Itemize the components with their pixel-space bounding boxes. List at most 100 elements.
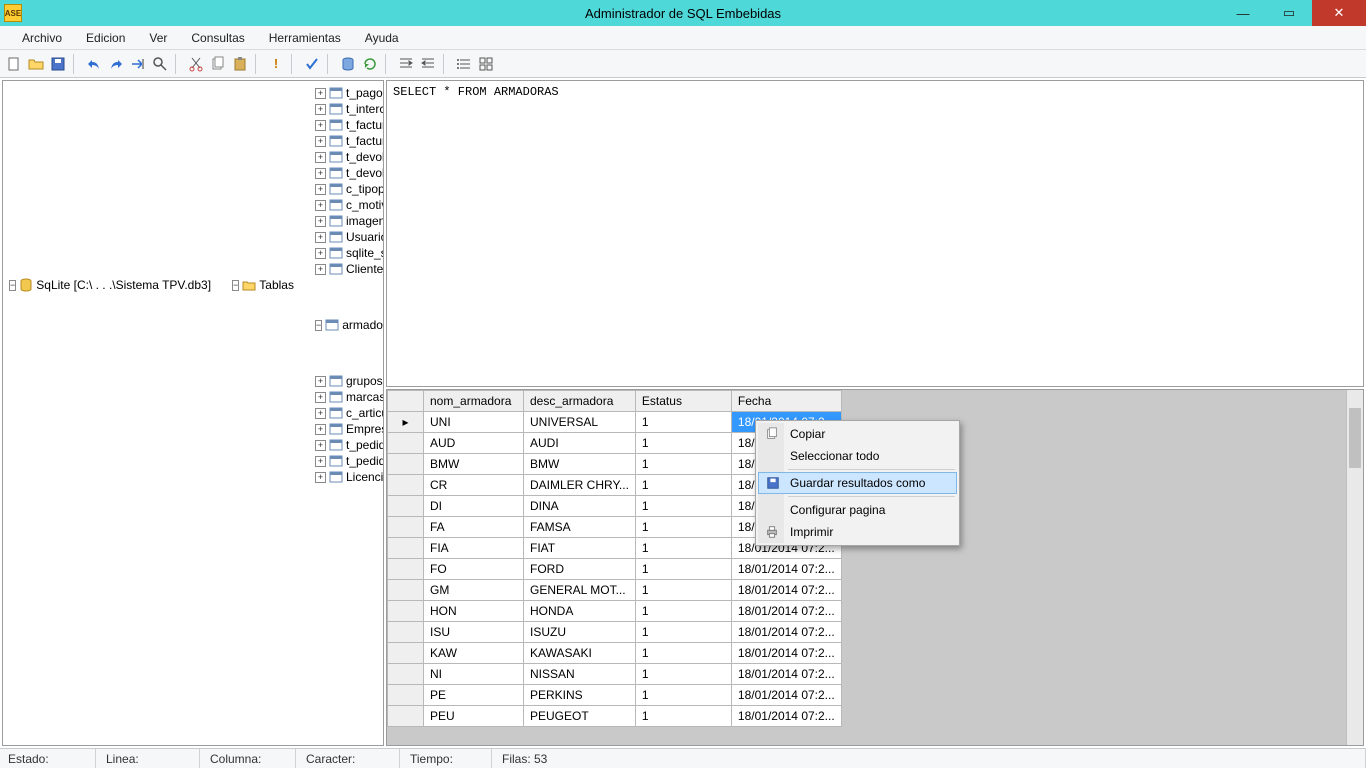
cell[interactable]: 1: [635, 517, 731, 538]
tree-table[interactable]: t_pagosfacturas_fpd2: [346, 85, 384, 101]
cell[interactable]: 18/01/2014 07:2...: [731, 580, 841, 601]
cell[interactable]: 1: [635, 538, 731, 559]
context-guardar-resultados[interactable]: Guardar resultados como: [758, 472, 957, 494]
row-header[interactable]: [388, 664, 424, 685]
tree-table[interactable]: grupos: [346, 373, 383, 389]
tree-table-armadoras[interactable]: armadoras: [342, 317, 384, 333]
col-header[interactable]: Fecha: [731, 391, 841, 412]
close-button[interactable]: ✕: [1312, 0, 1366, 26]
row-header[interactable]: ▸: [388, 412, 424, 433]
cell[interactable]: FAMSA: [524, 517, 636, 538]
minimize-button[interactable]: —: [1220, 0, 1266, 26]
expand-toggle[interactable]: +: [315, 168, 326, 179]
expand-toggle[interactable]: +: [315, 200, 326, 211]
maximize-button[interactable]: ▭: [1266, 0, 1312, 26]
cell[interactable]: HONDA: [524, 601, 636, 622]
context-seleccionar-todo[interactable]: Seleccionar todo: [758, 445, 957, 467]
menu-edicion[interactable]: Edicion: [76, 29, 135, 47]
row-header[interactable]: [388, 475, 424, 496]
expand-toggle[interactable]: −: [9, 280, 16, 291]
cell[interactable]: PERKINS: [524, 685, 636, 706]
cell[interactable]: 1: [635, 475, 731, 496]
expand-toggle[interactable]: +: [315, 472, 326, 483]
refresh-icon[interactable]: [360, 54, 380, 74]
cell[interactable]: FIAT: [524, 538, 636, 559]
undo-icon[interactable]: [84, 54, 104, 74]
cell[interactable]: DINA: [524, 496, 636, 517]
indent-right-icon[interactable]: [418, 54, 438, 74]
cell[interactable]: 18/01/2014 07:2...: [731, 664, 841, 685]
sql-editor[interactable]: SELECT * FROM ARMADORAS: [386, 80, 1364, 387]
context-configurar-pagina[interactable]: Configurar pagina: [758, 499, 957, 521]
tree-table[interactable]: t_devoluciondetalle_dev2: [346, 165, 384, 181]
cell[interactable]: GENERAL MOT...: [524, 580, 636, 601]
open-icon[interactable]: [26, 54, 46, 74]
tree-table[interactable]: c_articulo_artpd: [346, 405, 384, 421]
cell[interactable]: 1: [635, 706, 731, 727]
cell[interactable]: DI: [424, 496, 524, 517]
expand-toggle[interactable]: +: [315, 216, 326, 227]
cell[interactable]: 1: [635, 433, 731, 454]
tree-table[interactable]: t_facturaspendienteshdr_fap2: [346, 117, 384, 133]
expand-toggle[interactable]: +: [315, 392, 326, 403]
cell[interactable]: AUD: [424, 433, 524, 454]
row-header-corner[interactable]: [388, 391, 424, 412]
col-header[interactable]: Estatus: [635, 391, 731, 412]
cell[interactable]: 1: [635, 622, 731, 643]
cell[interactable]: 1: [635, 643, 731, 664]
tree-table[interactable]: Clientes: [346, 261, 384, 277]
tree-table[interactable]: marcas: [346, 389, 384, 405]
tree-table[interactable]: c_motivo_dev2: [346, 197, 384, 213]
list-icon[interactable]: [454, 54, 474, 74]
expand-toggle[interactable]: +: [315, 408, 326, 419]
expand-toggle[interactable]: +: [315, 264, 326, 275]
cell[interactable]: 1: [635, 685, 731, 706]
cell[interactable]: 18/01/2014 07:2...: [731, 601, 841, 622]
cell[interactable]: HON: [424, 601, 524, 622]
cell[interactable]: NISSAN: [524, 664, 636, 685]
tree-table[interactable]: t_devolucionheader_dev2: [346, 149, 384, 165]
row-header[interactable]: [388, 517, 424, 538]
execute-icon[interactable]: !: [266, 54, 286, 74]
cell[interactable]: FA: [424, 517, 524, 538]
goto-icon[interactable]: [128, 54, 148, 74]
cell[interactable]: CR: [424, 475, 524, 496]
menu-archivo[interactable]: Archivo: [12, 29, 72, 47]
redo-icon[interactable]: [106, 54, 126, 74]
expand-toggle[interactable]: +: [315, 120, 326, 131]
cell[interactable]: FO: [424, 559, 524, 580]
check-icon[interactable]: [302, 54, 322, 74]
expand-toggle[interactable]: +: [315, 184, 326, 195]
expand-toggle[interactable]: +: [315, 248, 326, 259]
tree-table[interactable]: t_facturaspendientesdet_fpd2: [346, 133, 384, 149]
cell[interactable]: AUDI: [524, 433, 636, 454]
cell[interactable]: GM: [424, 580, 524, 601]
tree-pane[interactable]: −SqLite [C:\ . . .\Sistema TPV.db3] −Tab…: [2, 80, 384, 746]
menu-consultas[interactable]: Consultas: [181, 29, 254, 47]
col-header[interactable]: nom_armadora: [424, 391, 524, 412]
expand-toggle[interactable]: +: [315, 88, 326, 99]
row-header[interactable]: [388, 496, 424, 517]
tree-table[interactable]: Licencia: [346, 469, 384, 485]
cell[interactable]: 18/01/2014 07:2...: [731, 706, 841, 727]
cell[interactable]: UNIVERSAL: [524, 412, 636, 433]
tree-table[interactable]: Empresa: [346, 421, 384, 437]
expand-toggle[interactable]: +: [315, 376, 326, 387]
col-header[interactable]: desc_armadora: [524, 391, 636, 412]
cell[interactable]: 1: [635, 559, 731, 580]
save-icon[interactable]: [48, 54, 68, 74]
context-copiar[interactable]: Copiar: [758, 423, 957, 445]
cell[interactable]: FORD: [524, 559, 636, 580]
tree-table[interactable]: imagenes: [346, 213, 384, 229]
cell[interactable]: BMW: [424, 454, 524, 475]
row-header[interactable]: [388, 685, 424, 706]
new-icon[interactable]: [4, 54, 24, 74]
row-header[interactable]: [388, 601, 424, 622]
cell[interactable]: DAIMLER CHRY...: [524, 475, 636, 496]
cell[interactable]: 18/01/2014 07:2...: [731, 685, 841, 706]
tree-tablas[interactable]: Tablas: [259, 277, 294, 293]
cell[interactable]: PEU: [424, 706, 524, 727]
cell[interactable]: NI: [424, 664, 524, 685]
expand-toggle[interactable]: −: [232, 280, 239, 291]
row-header[interactable]: [388, 643, 424, 664]
